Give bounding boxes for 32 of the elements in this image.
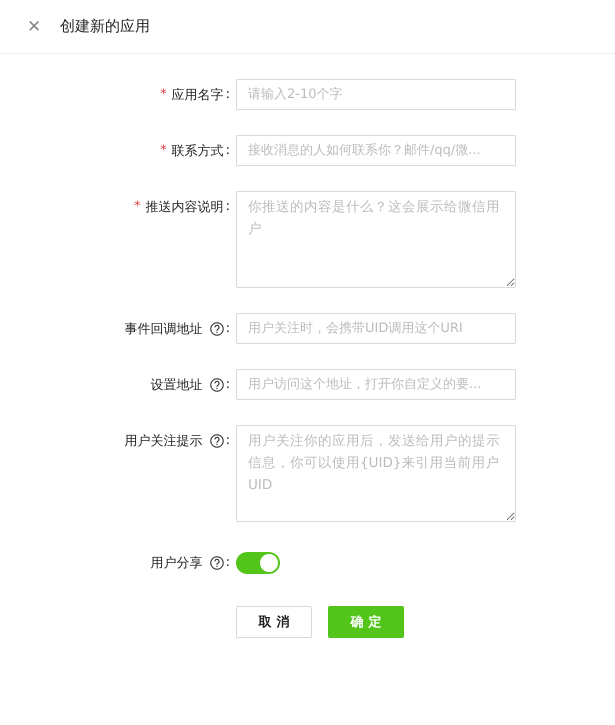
dialog-title: 创建新的应用: [60, 17, 150, 36]
input-field[interactable]: 用户访问这个地址，打开你自定义的要...: [236, 369, 516, 400]
help-icon[interactable]: [210, 556, 224, 570]
cancel-button[interactable]: 取 消: [236, 606, 312, 638]
text-area[interactable]: 用户关注你的应用后，发送给用户的提示信息，你可以使用{UID}来引用当前用户UID: [236, 425, 516, 522]
required-mark: *: [160, 143, 167, 158]
field-label: 联系方式: [172, 142, 224, 160]
text-area[interactable]: 你推送的内容是什么？这会展示给微信用户: [236, 191, 516, 288]
label-colon: :: [226, 433, 230, 448]
field-label: 应用名字: [172, 86, 224, 104]
help-icon[interactable]: [210, 434, 224, 448]
label-colon: :: [226, 143, 230, 158]
label-colon: :: [226, 377, 230, 392]
label-colon: :: [226, 321, 230, 336]
field-label: 用户分享: [150, 554, 203, 572]
input-field[interactable]: 接收消息的人如何联系你？邮件/qq/微...: [236, 135, 516, 166]
required-mark: *: [134, 199, 141, 214]
close-button[interactable]: ✕: [24, 16, 44, 37]
toggle-switch[interactable]: [236, 552, 280, 574]
field-label: 设置地址: [150, 376, 203, 394]
field-label: 用户关注提示: [124, 432, 203, 450]
input-field[interactable]: 用户关注时，会携带UID调用这个URI: [236, 313, 516, 344]
label-colon: :: [226, 87, 230, 102]
label-colon: :: [226, 555, 230, 570]
help-icon[interactable]: [210, 322, 224, 336]
required-mark: *: [160, 87, 167, 102]
help-icon[interactable]: [210, 378, 224, 392]
confirm-button[interactable]: 确 定: [328, 606, 404, 638]
field-label: 事件回调地址: [124, 320, 203, 338]
field-label: 推送内容说明: [146, 198, 224, 216]
label-colon: :: [226, 199, 230, 214]
input-field[interactable]: 请输入2-10个字: [236, 79, 516, 110]
